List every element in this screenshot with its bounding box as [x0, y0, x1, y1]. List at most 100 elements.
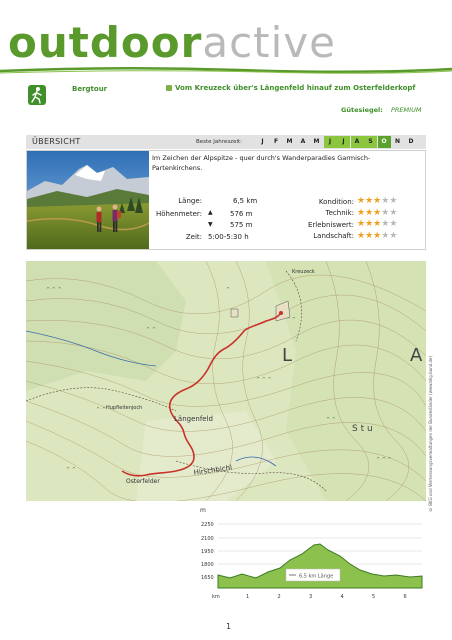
header-rule — [0, 66, 452, 74]
profile-x-tick: 5 — [372, 594, 375, 600]
rating-row: Kondition: ★ ★ ★ ★ ★ — [296, 196, 416, 208]
elevation-label: Höhenmeter: — [155, 210, 202, 218]
length-value: 6,5 km — [233, 197, 258, 205]
svg-text:^ ^ ^: ^ ^ ^ — [256, 377, 272, 383]
star-icon: ★ — [389, 230, 398, 241]
length-label: Länge: — [178, 197, 202, 205]
ratings-list: Kondition: ★ ★ ★ ★ ★ Technik: ★ ★ ★ ★ ★ Erlebniswert… — [296, 196, 416, 242]
svg-text:^ ^: ^ ^ — [326, 417, 336, 423]
star-icon: ★ — [389, 207, 398, 218]
profile-unit: m — [200, 507, 206, 514]
profile-y-tick: 2100 — [201, 536, 214, 542]
hiking-icon — [28, 85, 46, 105]
star-icon: ★ — [357, 230, 366, 241]
map-label-l: L — [282, 345, 292, 366]
page-number: 1 — [226, 622, 232, 631]
rating-label: Erlebniswert: — [307, 220, 354, 229]
tour-photo — [27, 151, 149, 249]
month-9: S — [364, 136, 377, 148]
month-12: D — [408, 138, 414, 145]
map-label-stu: S t u — [352, 424, 373, 434]
svg-text:^ ^: ^ ^ — [96, 407, 106, 413]
tour-description: Im Zeichen der Alpspitze - quer durch's … — [152, 154, 371, 172]
tour-category: Bergtour — [72, 85, 108, 93]
elevation-profile: m 2250 2100 1950 1800 1650 6,5 km Länge km 1 2… — [200, 507, 423, 600]
profile-y-tick: 2250 — [201, 522, 214, 528]
star-icon: ★ — [381, 230, 390, 241]
svg-text:^ ^ ^: ^ ^ ^ — [376, 457, 392, 463]
season-label: Beste Jahreszeit: — [196, 139, 242, 145]
logo-word-active: active — [202, 18, 336, 67]
month-11: N — [394, 138, 401, 145]
descent-icon: ▼ — [208, 221, 213, 228]
profile-legend: 6,5 km Länge — [299, 574, 333, 580]
route-map[interactable]: ^ ^ ^ ^ ^ ^ ^ ^ ^ ^ ^ ^ ^ ^ ^ ^ ^ ^ ^ ^ Längen… — [26, 261, 426, 501]
star-icon: ★ — [373, 196, 382, 207]
star-icon: ★ — [365, 230, 374, 241]
profile-x-tick: 2 — [278, 594, 281, 600]
descent-value: 575 m — [230, 221, 253, 229]
time-value: 5:00-5:30 h — [208, 233, 249, 241]
season-months: Beste Jahreszeit: JFMAMJJASOND — [192, 135, 418, 149]
profile-y-tick: 1650 — [201, 575, 214, 581]
star-icon: ★ — [357, 207, 366, 218]
map-label-kreuzeck: Kreuzeck — [292, 269, 315, 275]
svg-text:^: ^ — [226, 287, 230, 293]
star-icon: ★ — [365, 207, 374, 218]
ascent-value: 576 m — [230, 210, 253, 218]
map-label-laengenfeld: Längenfeld — [174, 415, 213, 423]
rating-stars: ★ ★ ★ ★ ★ — [357, 197, 397, 206]
bullet-icon — [166, 85, 172, 91]
overview-title: ÜBERSICHT — [32, 137, 81, 146]
svg-text:^ ^ ^: ^ ^ ^ — [46, 287, 62, 293]
rating-label: Kondition: — [318, 197, 354, 206]
star-icon: ★ — [381, 219, 390, 230]
seal-label: Gütesiegel: — [341, 106, 383, 114]
map-label-a: A — [410, 345, 423, 366]
star-icon: ★ — [365, 219, 374, 230]
rating-row: Erlebniswert: ★ ★ ★ ★ ★ — [296, 219, 416, 231]
star-icon: ★ — [373, 230, 382, 241]
month-5: M — [313, 138, 320, 145]
star-icon: ★ — [357, 219, 366, 230]
profile-x-tick: 6 — [404, 594, 407, 600]
logo-word-outdoor: outdoor — [8, 18, 203, 67]
profile-y-tick: 1800 — [201, 562, 214, 568]
month-4: A — [300, 138, 306, 145]
rating-stars: ★ ★ ★ ★ ★ — [357, 230, 398, 241]
profile-x-tick: 1 — [246, 594, 249, 600]
tour-title: Vom Kreuzeck über's Längenfeld hinauf zu… — [175, 84, 416, 92]
rating-label: Technik: — [325, 209, 354, 218]
star-icon: ★ — [373, 219, 382, 230]
rating-stars: ★ ★ ★ ★ ★ — [357, 207, 398, 218]
svg-text:^ ^: ^ ^ — [66, 467, 76, 473]
svg-text:^ ^: ^ ^ — [146, 327, 156, 333]
profile-y-tick: 1950 — [201, 549, 214, 555]
map-label-osterfelder: Osterfelder — [126, 478, 160, 485]
ascent-icon: ▲ — [208, 209, 213, 216]
time-label: Zeit: — [185, 233, 202, 241]
rating-stars: ★ ★ ★ ★ ★ — [357, 220, 397, 229]
month-1: J — [261, 138, 264, 145]
brand-logo[interactable]: outdooractive — [8, 22, 336, 64]
star-icon: ★ — [373, 207, 382, 218]
map-label-hupfleiten: Hupfleitenjoch — [106, 405, 142, 411]
month-8: A — [350, 136, 364, 148]
month-7: J — [337, 136, 350, 148]
profile-x-unit: km — [212, 594, 220, 600]
rating-row: Landschaft: ★ ★ ★ ★ ★ — [296, 231, 416, 243]
star-icon: ★ — [389, 219, 398, 230]
month-6: J — [323, 136, 337, 148]
profile-x-tick: 4 — [341, 594, 344, 600]
month-10: O — [377, 136, 391, 148]
profile-area — [217, 543, 423, 589]
profile-x-tick: 3 — [309, 594, 312, 600]
rating-label: Landschaft: — [313, 232, 354, 241]
map-copyright: © BKG und Vermessungsverwaltungen der Bu… — [428, 355, 433, 512]
star-icon: ★ — [381, 207, 390, 218]
star-icon: ★ — [381, 196, 390, 207]
star-icon: ★ — [365, 196, 374, 207]
star-icon: ★ — [357, 196, 366, 207]
month-3: M — [286, 138, 293, 145]
rating-row: Technik: ★ ★ ★ ★ ★ — [296, 208, 416, 220]
